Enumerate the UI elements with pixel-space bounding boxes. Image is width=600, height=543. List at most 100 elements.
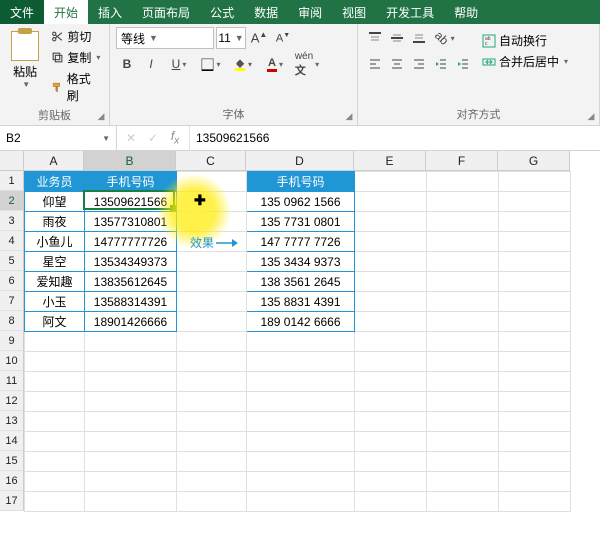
font-color-button[interactable]: A ▾: [260, 53, 290, 75]
cell-A13[interactable]: [25, 412, 85, 432]
copy-button[interactable]: 复制 ▾: [48, 48, 103, 67]
cell-B4[interactable]: 14777777726: [85, 232, 177, 252]
cell-E10[interactable]: [355, 352, 427, 372]
align-left-button[interactable]: [364, 53, 386, 75]
row-header-2[interactable]: 2: [0, 191, 24, 211]
cell-F11[interactable]: [427, 372, 499, 392]
paste-button[interactable]: 粘贴 ▼: [6, 27, 44, 105]
font-dialog-launcher[interactable]: ◢: [343, 110, 355, 122]
cell-D2[interactable]: 135 0962 1566: [247, 192, 355, 212]
phonetic-guide-button[interactable]: wén文 ▾: [292, 53, 322, 75]
cell-G8[interactable]: [499, 312, 571, 332]
cell-E11[interactable]: [355, 372, 427, 392]
cell-F15[interactable]: [427, 452, 499, 472]
cell-E16[interactable]: [355, 472, 427, 492]
align-center-button[interactable]: [386, 53, 408, 75]
cell-B13[interactable]: [85, 412, 177, 432]
cell-E5[interactable]: [355, 252, 427, 272]
cell-E2[interactable]: [355, 192, 427, 212]
align-right-button[interactable]: [408, 53, 430, 75]
cell-E7[interactable]: [355, 292, 427, 312]
cell-G16[interactable]: [499, 472, 571, 492]
cell-D8[interactable]: 189 0142 6666: [247, 312, 355, 332]
column-header-B[interactable]: B: [84, 151, 176, 171]
cell-F6[interactable]: [427, 272, 499, 292]
row-header-6[interactable]: 6: [0, 271, 24, 291]
cell-E14[interactable]: [355, 432, 427, 452]
cell-B15[interactable]: [85, 452, 177, 472]
cell-C13[interactable]: [177, 412, 247, 432]
row-header-14[interactable]: 14: [0, 431, 24, 451]
cell-G12[interactable]: [499, 392, 571, 412]
cell-B5[interactable]: 13534349373: [85, 252, 177, 272]
cell-C12[interactable]: [177, 392, 247, 412]
cell-B17[interactable]: [85, 492, 177, 512]
cell-C14[interactable]: [177, 432, 247, 452]
cell-D13[interactable]: [247, 412, 355, 432]
cell-D11[interactable]: [247, 372, 355, 392]
bold-button[interactable]: B: [116, 53, 138, 75]
spreadsheet-grid[interactable]: ABCDEFG 1234567891011121314151617 业务员手机号…: [0, 151, 600, 543]
cell-G6[interactable]: [499, 272, 571, 292]
cell-G2[interactable]: [499, 192, 571, 212]
cell-E3[interactable]: [355, 212, 427, 232]
row-header-17[interactable]: 17: [0, 491, 24, 511]
cell-G5[interactable]: [499, 252, 571, 272]
cell-E12[interactable]: [355, 392, 427, 412]
cell-F7[interactable]: [427, 292, 499, 312]
cell-B2[interactable]: 13509621566: [85, 192, 177, 212]
cell-G3[interactable]: [499, 212, 571, 232]
column-header-A[interactable]: A: [24, 151, 84, 171]
row-header-3[interactable]: 3: [0, 211, 24, 231]
cell-E9[interactable]: [355, 332, 427, 352]
cell-A6[interactable]: 爱知趣: [25, 272, 85, 292]
format-painter-button[interactable]: 格式刷: [48, 69, 103, 105]
cell-B1[interactable]: 手机号码: [85, 172, 177, 192]
cell-C6[interactable]: [177, 272, 247, 292]
tab-home[interactable]: 开始: [44, 0, 88, 24]
cell-A8[interactable]: 阿文: [25, 312, 85, 332]
row-header-15[interactable]: 15: [0, 451, 24, 471]
cell-B16[interactable]: [85, 472, 177, 492]
cut-button[interactable]: 剪切: [48, 27, 103, 46]
clipboard-dialog-launcher[interactable]: ◢: [95, 110, 107, 122]
name-box[interactable]: ▼: [0, 126, 117, 150]
column-header-F[interactable]: F: [426, 151, 498, 171]
alignment-dialog-launcher[interactable]: ◢: [585, 110, 597, 122]
cell-A1[interactable]: 业务员: [25, 172, 85, 192]
cell-F12[interactable]: [427, 392, 499, 412]
row-header-8[interactable]: 8: [0, 311, 24, 331]
row-header-13[interactable]: 13: [0, 411, 24, 431]
cell-D4[interactable]: 147 7777 7726: [247, 232, 355, 252]
cell-E13[interactable]: [355, 412, 427, 432]
cell-F13[interactable]: [427, 412, 499, 432]
cell-D3[interactable]: 135 7731 0801: [247, 212, 355, 232]
cell-F5[interactable]: [427, 252, 499, 272]
row-header-12[interactable]: 12: [0, 391, 24, 411]
column-header-C[interactable]: C: [176, 151, 246, 171]
cell-C7[interactable]: [177, 292, 247, 312]
cell-A16[interactable]: [25, 472, 85, 492]
cell-D14[interactable]: [247, 432, 355, 452]
cell-G1[interactable]: [499, 172, 571, 192]
cell-D15[interactable]: [247, 452, 355, 472]
cell-G13[interactable]: [499, 412, 571, 432]
row-header-16[interactable]: 16: [0, 471, 24, 491]
italic-button[interactable]: I: [140, 53, 162, 75]
cell-A7[interactable]: 小玉: [25, 292, 85, 312]
cell-G4[interactable]: [499, 232, 571, 252]
cell-F14[interactable]: [427, 432, 499, 452]
fx-button[interactable]: fx: [165, 128, 185, 148]
cell-C10[interactable]: [177, 352, 247, 372]
cell-C5[interactable]: [177, 252, 247, 272]
tab-formulas[interactable]: 公式: [200, 0, 244, 24]
cancel-formula-button[interactable]: ✕: [121, 128, 141, 148]
row-header-7[interactable]: 7: [0, 291, 24, 311]
cell-G17[interactable]: [499, 492, 571, 512]
column-header-E[interactable]: E: [354, 151, 426, 171]
align-middle-button[interactable]: [386, 27, 408, 49]
cell-F10[interactable]: [427, 352, 499, 372]
tell-me-icon[interactable]: [488, 0, 508, 24]
cell-A14[interactable]: [25, 432, 85, 452]
cell-E4[interactable]: [355, 232, 427, 252]
